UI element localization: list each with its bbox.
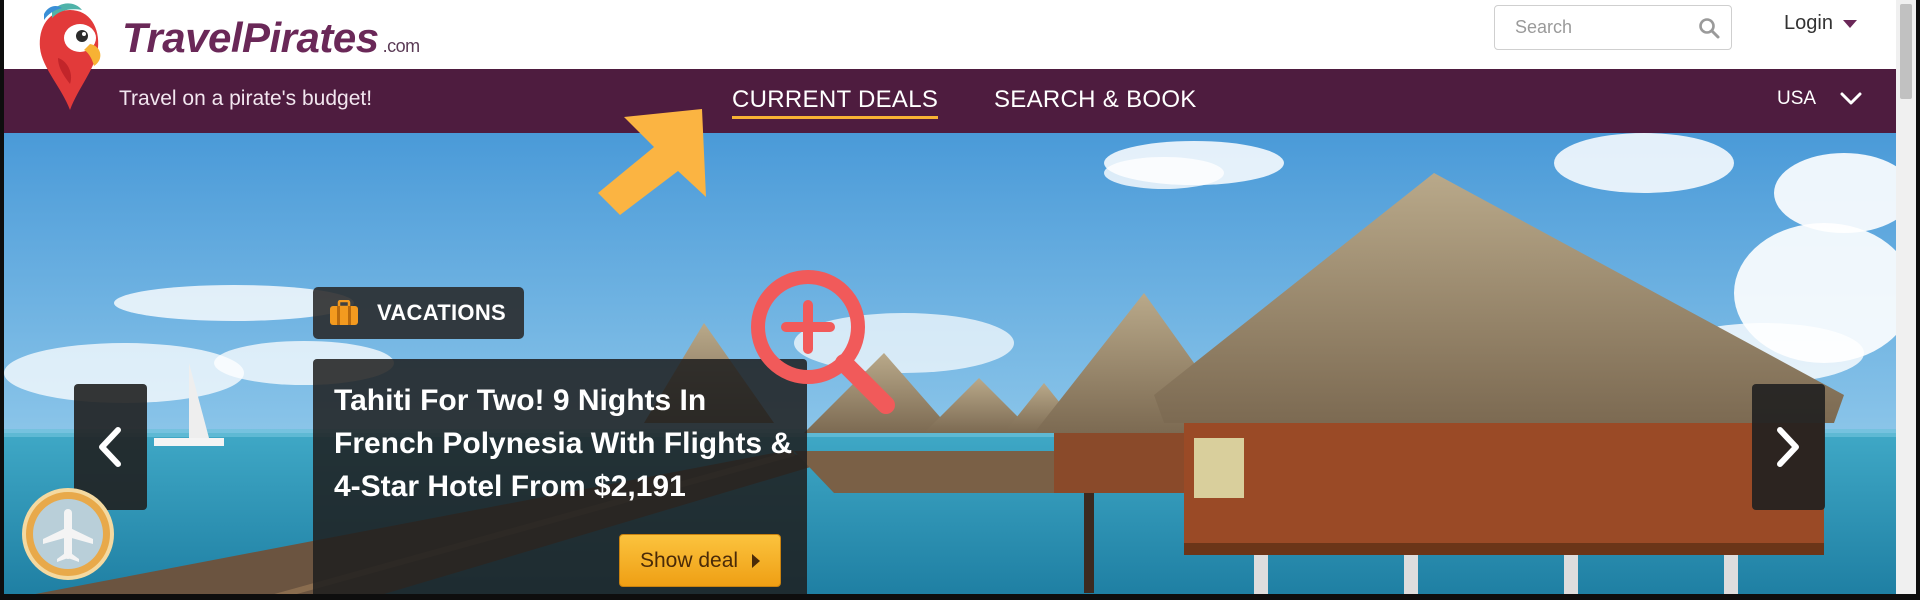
country-label: USA [1777,88,1816,109]
category-label: VACATIONS [377,300,506,325]
parrot-logo-icon[interactable] [30,2,110,112]
search-input[interactable] [1495,6,1695,49]
pointer-arrow-icon [598,109,706,215]
chevron-down-icon [1840,92,1862,105]
scrollbar-thumb[interactable] [1900,4,1912,99]
suitcase-icon [330,300,358,325]
category-tag[interactable]: VACATIONS [313,287,524,339]
hero-slider[interactable]: VACATIONS Tahiti For Two! 9 Nights In Fr… [4,133,1896,594]
caret-down-icon [1842,19,1857,28]
slider-next-button[interactable] [1752,384,1825,510]
country-selector[interactable]: USA [1777,88,1862,110]
main-nav-bar: Travel on a pirate's budget! CURRENT DEA… [4,69,1896,133]
top-bar: TravelPirates.com Login [4,0,1896,69]
search-icon[interactable] [1697,16,1721,40]
deal-title[interactable]: Tahiti For Two! 9 Nights In French Polyn… [334,379,794,508]
zoom-in-icon [751,270,895,414]
brand-logo-text[interactable]: TravelPirates .com [122,14,420,62]
brand-suffix: .com [382,36,421,56]
show-deal-button[interactable]: Show deal [619,534,781,587]
hero-image [4,133,1896,594]
chevron-right-icon [1777,427,1799,467]
brand-name: TravelPirates [122,14,379,61]
plane-icon [33,499,103,569]
show-deal-label: Show deal [640,548,739,572]
login-label: Login [1784,12,1833,34]
flight-widget-button[interactable] [22,488,114,580]
chevron-left-icon [99,427,121,467]
search-box[interactable] [1494,5,1732,50]
nav-current-deals[interactable]: CURRENT DEALS [732,86,939,119]
tagline: Travel on a pirate's budget! [119,87,373,110]
login-menu[interactable]: Login [1784,12,1857,35]
nav-search-book[interactable]: SEARCH & BOOK [994,86,1197,114]
deal-card[interactable]: Tahiti For Two! 9 Nights In French Polyn… [313,359,807,594]
page-scrollbar[interactable] [1896,0,1916,594]
browser-frame: TravelPirates.com Login Travel on a pira… [0,0,1920,600]
caret-right-icon [752,553,761,568]
